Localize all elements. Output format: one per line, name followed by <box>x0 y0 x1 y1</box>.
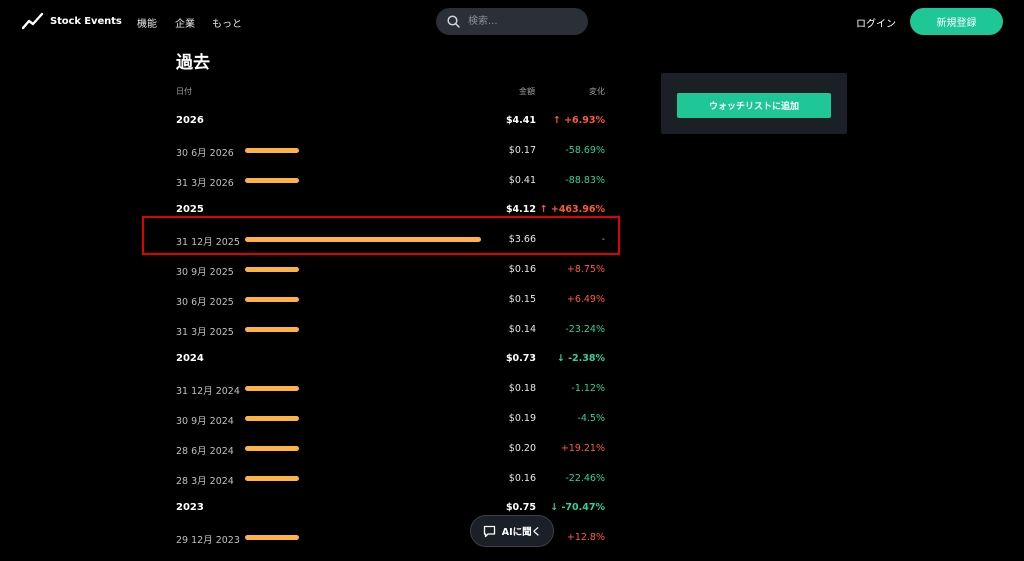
watchlist-card: ウォッチリストに追加 <box>661 73 847 134</box>
column-header-change: 変化 <box>589 87 605 96</box>
row-change: -22.46% <box>565 472 605 484</box>
row-change: +6.49% <box>566 293 605 305</box>
dividend-row: 30 9月 2025 $0.16 +8.75% <box>176 261 608 281</box>
amount-bar <box>245 535 299 541</box>
row-change: -1.12% <box>571 383 605 395</box>
row-amount: $4.41 <box>505 115 536 126</box>
column-header-amount: 金額 <box>519 87 535 96</box>
dividend-row: 30 6月 2025 $0.15 +6.49% <box>176 291 608 311</box>
row-date: 31 3月 2026 <box>176 177 234 189</box>
row-change: ↓ -70.47% <box>550 502 605 514</box>
section-title: 過去 <box>176 53 210 73</box>
amount-bar <box>245 326 299 332</box>
search-input[interactable] <box>466 15 580 28</box>
row-date: 2023 <box>176 502 204 514</box>
amount-bar <box>245 296 299 302</box>
dividend-row: 31 12月 2024 $0.18 -1.12% <box>176 380 608 400</box>
highlight-box <box>142 216 620 255</box>
dividend-row: 31 3月 2026 $0.41 -88.83% <box>176 172 608 192</box>
row-change: +12.8% <box>566 532 605 544</box>
row-amount: $0.16 <box>508 472 536 484</box>
row-change: -4.5% <box>577 413 605 424</box>
row-change: ↑ +463.96% <box>539 204 605 216</box>
amount-bar <box>245 177 299 183</box>
row-date: 30 9月 2025 <box>176 267 234 278</box>
row-amount: $0.20 <box>508 442 536 454</box>
row-change: -23.24% <box>565 323 605 335</box>
row-date: 30 9月 2024 <box>176 416 234 427</box>
signup-button[interactable]: 新規登録 <box>910 8 1003 35</box>
login-link[interactable]: ログイン <box>856 15 896 30</box>
row-date: 2025 <box>176 204 204 216</box>
row-date: 2024 <box>176 353 204 365</box>
amount-bar <box>245 475 299 481</box>
ask-ai-label: AIに聞く <box>501 527 542 538</box>
row-change: +8.75% <box>566 264 605 275</box>
nav-link-companies[interactable]: 企業 <box>175 15 195 30</box>
row-date: 31 12月 2024 <box>176 386 240 398</box>
add-to-watchlist-button[interactable]: ウォッチリストに追加 <box>677 93 831 118</box>
row-change: ↑ +6.93% <box>552 115 605 126</box>
nav-link-more[interactable]: もっと <box>212 15 242 30</box>
chat-bubble-icon <box>483 525 495 537</box>
top-nav: Stock Events 機能 企業 もっと ログイン 新規登録 <box>0 0 1024 44</box>
row-amount: $0.14 <box>508 323 536 335</box>
row-date: 2026 <box>176 115 204 126</box>
year-summary-row: 2026 $4.41 ↑ +6.93% <box>176 112 608 132</box>
amount-bar <box>245 445 299 451</box>
year-summary-row: 2024 $0.73 ↓ -2.38% <box>176 350 608 370</box>
search-icon <box>447 15 460 28</box>
amount-bar <box>245 386 299 392</box>
row-change: ↓ -2.38% <box>556 353 605 365</box>
row-amount: $0.15 <box>508 293 536 305</box>
row-amount: $0.75 <box>505 502 536 514</box>
row-amount: $0.18 <box>508 383 536 395</box>
search-box[interactable] <box>436 8 588 35</box>
row-amount: $4.12 <box>505 204 536 216</box>
dividend-row: 30 6月 2026 $0.17 -58.69% <box>176 142 608 162</box>
row-date: 29 12月 2023 <box>176 535 240 547</box>
logo[interactable]: Stock Events <box>22 12 122 30</box>
row-amount: $0.17 <box>508 144 536 156</box>
row-change: -88.83% <box>565 174 605 186</box>
amount-bar <box>245 416 299 421</box>
row-date: 31 3月 2025 <box>176 326 234 338</box>
column-header-date: 日付 <box>176 87 192 96</box>
dividend-row: 28 6月 2024 $0.20 +19.21% <box>176 440 608 460</box>
ask-ai-button[interactable]: AIに聞く <box>470 515 554 547</box>
dividend-row: 30 9月 2024 $0.19 -4.5% <box>176 410 608 430</box>
row-change: +19.21% <box>560 442 605 454</box>
dividend-row: 28 3月 2024 $0.16 -22.46% <box>176 470 608 490</box>
row-amount: $0.41 <box>508 174 536 186</box>
row-date: 30 6月 2026 <box>176 147 234 159</box>
amount-bar <box>245 267 299 272</box>
dividend-row: 31 3月 2025 $0.14 -23.24% <box>176 321 608 341</box>
row-amount: $0.16 <box>508 264 536 275</box>
row-date: 28 6月 2024 <box>176 445 234 457</box>
nav-link-features[interactable]: 機能 <box>137 15 157 30</box>
row-amount: $0.19 <box>508 413 536 424</box>
row-amount: $0.73 <box>505 353 536 365</box>
row-change: -58.69% <box>565 144 605 156</box>
trend-line-icon <box>22 12 44 30</box>
row-date: 30 6月 2025 <box>176 296 234 308</box>
row-date: 28 3月 2024 <box>176 475 234 487</box>
amount-bar <box>245 147 299 153</box>
logo-text: Stock Events <box>50 15 122 27</box>
